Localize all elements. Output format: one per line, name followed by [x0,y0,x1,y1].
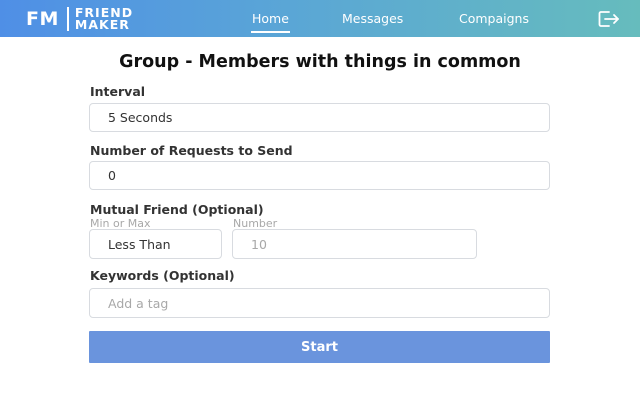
logo-wordmark: FRIEND MAKER [74,6,133,32]
mutual-number-input[interactable]: 10 [232,229,477,259]
friend-maker-logo[interactable]: FM FRIEND MAKER [26,6,133,32]
interval-label: Interval [90,84,146,99]
keywords-label: Keywords (Optional) [90,268,235,283]
nav-campaigns-link[interactable]: Compaigns [459,11,529,26]
logo-mark: FM [26,8,59,30]
interval-select[interactable]: 5 Seconds [89,103,550,132]
top-navigation-bar: FM FRIEND MAKER Home Messages Compaigns [0,0,640,37]
keywords-tag-input[interactable]: Add a tag [89,288,550,318]
page-title: Group - Members with things in common [119,52,521,72]
logo-word-maker: MAKER [74,17,130,32]
logout-icon[interactable] [597,8,621,30]
nav-messages-link[interactable]: Messages [342,11,403,26]
mutual-friend-label: Mutual Friend (Optional) [90,202,264,217]
min-max-select[interactable]: Less Than [89,229,222,259]
nav-home-link[interactable]: Home [251,11,290,33]
logo-divider [66,7,69,31]
requests-input[interactable]: 0 [89,161,550,190]
requests-label: Number of Requests to Send [90,143,293,158]
start-button[interactable]: Start [89,331,550,363]
